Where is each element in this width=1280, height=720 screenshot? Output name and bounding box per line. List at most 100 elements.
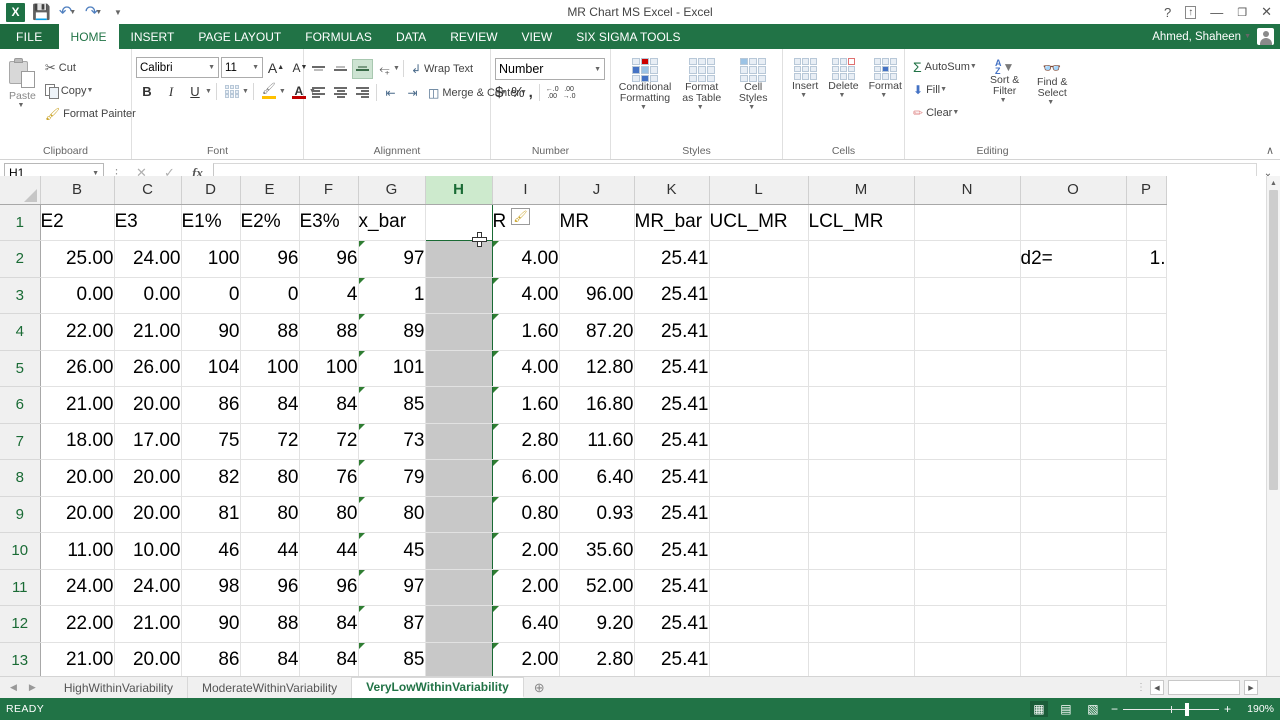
- cell-E9[interactable]: 80: [240, 496, 300, 533]
- cell-O13[interactable]: [1020, 642, 1127, 676]
- cell-P6[interactable]: [1126, 386, 1167, 424]
- paste-button[interactable]: Paste ▼: [4, 52, 41, 111]
- zoom-in-icon[interactable]: +: [1224, 702, 1231, 716]
- cell-M2[interactable]: [808, 240, 915, 278]
- cell-O9[interactable]: [1020, 496, 1127, 533]
- customize-qat-icon[interactable]: ▼: [110, 3, 129, 22]
- autosum-chevron-down-icon[interactable]: ▼: [970, 63, 977, 70]
- cell-B10[interactable]: 11.00: [40, 532, 115, 570]
- currency-chevron-down-icon[interactable]: ▼: [500, 89, 507, 96]
- cell-L8[interactable]: [709, 459, 809, 497]
- font-name-chevron-down-icon[interactable]: ▼: [208, 64, 215, 71]
- help-icon[interactable]: ?: [1164, 5, 1171, 20]
- row-header-4[interactable]: 4: [0, 313, 41, 351]
- delete-chevron-down-icon[interactable]: ▼: [838, 92, 845, 99]
- cell-E1[interactable]: E2%: [240, 204, 300, 241]
- cell-L6[interactable]: [709, 386, 809, 424]
- cell-I4[interactable]: 1.60: [492, 313, 560, 351]
- column-header-C[interactable]: C: [114, 176, 182, 205]
- cell-O1[interactable]: [1020, 204, 1127, 241]
- cell-B1[interactable]: E2: [40, 204, 115, 241]
- cell-J11[interactable]: 52.00: [559, 569, 635, 606]
- cell-P1[interactable]: [1126, 204, 1167, 241]
- table-row[interactable]: 10 11.00 10.00 46 44 44 45 2.00 35.60 25.41: [0, 532, 1167, 570]
- sheet-tab-very-low-within-variability[interactable]: VeryLowWithinVariability: [352, 677, 524, 698]
- cell-M9[interactable]: [808, 496, 915, 533]
- number-format-chevron-down-icon[interactable]: ▼: [594, 66, 601, 73]
- cell-K3[interactable]: 25.41: [634, 277, 710, 314]
- cell-O7[interactable]: [1020, 423, 1127, 460]
- align-right-button[interactable]: [352, 83, 373, 103]
- align-left-button[interactable]: [308, 83, 329, 103]
- cell-F3[interactable]: 4: [299, 277, 359, 314]
- column-header-K[interactable]: K: [634, 176, 710, 205]
- font-name-combo[interactable]: Calibri ▼: [136, 57, 219, 78]
- format-chevron-down-icon[interactable]: ▼: [880, 92, 887, 99]
- cell-G9[interactable]: 80: [358, 496, 426, 533]
- fill-button[interactable]: ⬇ Fill ▼: [909, 79, 981, 100]
- window-controls[interactable]: ? ↑ — ❐ ✕: [1164, 4, 1272, 20]
- cell-H8[interactable]: [424, 459, 493, 497]
- cell-P12[interactable]: [1126, 605, 1167, 643]
- increase-indent-button[interactable]: ⇥: [402, 83, 423, 103]
- cell-D6[interactable]: 86: [181, 386, 241, 424]
- cell-I3[interactable]: 4.00: [492, 277, 560, 314]
- cell-F12[interactable]: 84: [299, 605, 359, 643]
- cell-N3[interactable]: [914, 277, 1021, 314]
- cell-K11[interactable]: 25.41: [634, 569, 710, 606]
- redo-icon[interactable]: ↷ ▼: [84, 3, 103, 22]
- decrease-decimal-button[interactable]: .00 →.0: [563, 86, 576, 100]
- cell-C9[interactable]: 20.00: [114, 496, 182, 533]
- cell-P13[interactable]: [1126, 642, 1167, 676]
- cell-E5[interactable]: 100: [240, 350, 300, 387]
- accounting-format-button[interactable]: $ ▼: [495, 84, 507, 101]
- table-row[interactable]: 1 E2 E3 E1% E2% E3% x_bar R MR MR_bar UCL_MR LCL_MR: [0, 203, 1167, 241]
- align-bottom-button[interactable]: [352, 58, 373, 79]
- comma-format-button[interactable]: ,: [529, 84, 533, 101]
- column-header-I[interactable]: I: [492, 176, 560, 205]
- clear-chevron-down-icon[interactable]: ▼: [952, 109, 959, 116]
- cell-K4[interactable]: 25.41: [634, 313, 710, 351]
- cell-D1[interactable]: E1%: [181, 204, 241, 241]
- undo-icon[interactable]: ↶ ▼: [58, 3, 77, 22]
- tab-data[interactable]: DATA: [384, 24, 438, 49]
- cell-F6[interactable]: 84: [299, 386, 359, 424]
- cell-M4[interactable]: [808, 313, 915, 351]
- fill-color-button[interactable]: [258, 81, 280, 102]
- cell-N13[interactable]: [914, 642, 1021, 676]
- number-format-combo[interactable]: Number ▼: [495, 58, 605, 80]
- sheet-tab-moderate-within-variability[interactable]: ModerateWithinVariability: [188, 677, 353, 698]
- cell-N1[interactable]: [914, 204, 1021, 241]
- cell-O3[interactable]: [1020, 277, 1127, 314]
- cell-L1[interactable]: UCL_MR: [709, 204, 809, 241]
- cell-P5[interactable]: [1126, 350, 1167, 387]
- column-header-F[interactable]: F: [299, 176, 359, 205]
- cell-O12[interactable]: [1020, 605, 1127, 643]
- cell-E10[interactable]: 44: [240, 532, 300, 570]
- cell-K9[interactable]: 25.41: [634, 496, 710, 533]
- copy-button[interactable]: Copy ▼: [41, 80, 140, 101]
- cell-C4[interactable]: 21.00: [114, 313, 182, 351]
- cell-B3[interactable]: 0.00: [40, 277, 115, 314]
- fill-chevron-down-icon[interactable]: ▼: [940, 86, 947, 93]
- select-all-corner[interactable]: [0, 176, 41, 205]
- cell-F5[interactable]: 100: [299, 350, 359, 387]
- row-header-12[interactable]: 12: [0, 605, 41, 643]
- orientation-chevron-down-icon[interactable]: ▼: [393, 65, 400, 72]
- column-header-B[interactable]: B: [40, 176, 115, 205]
- cell-O5[interactable]: [1020, 350, 1127, 387]
- tab-formulas[interactable]: FORMULAS: [293, 24, 384, 49]
- cell-B8[interactable]: 20.00: [40, 459, 115, 497]
- row-header-9[interactable]: 9: [0, 496, 41, 533]
- cell-N5[interactable]: [914, 350, 1021, 387]
- cell-L7[interactable]: [709, 423, 809, 460]
- table-row[interactable]: 4 22.00 21.00 90 88 88 89 1.60 87.20 25.41: [0, 313, 1167, 351]
- cell-D4[interactable]: 90: [181, 313, 241, 351]
- cell-B5[interactable]: 26.00: [40, 350, 115, 387]
- minimize-icon[interactable]: —: [1210, 5, 1223, 20]
- cell-G12[interactable]: 87: [358, 605, 426, 643]
- cell-I8[interactable]: 6.00: [492, 459, 560, 497]
- increase-font-size-button[interactable]: A ▲: [265, 57, 287, 78]
- row-header-3[interactable]: 3: [0, 277, 41, 314]
- cell-D2[interactable]: 100: [181, 240, 241, 278]
